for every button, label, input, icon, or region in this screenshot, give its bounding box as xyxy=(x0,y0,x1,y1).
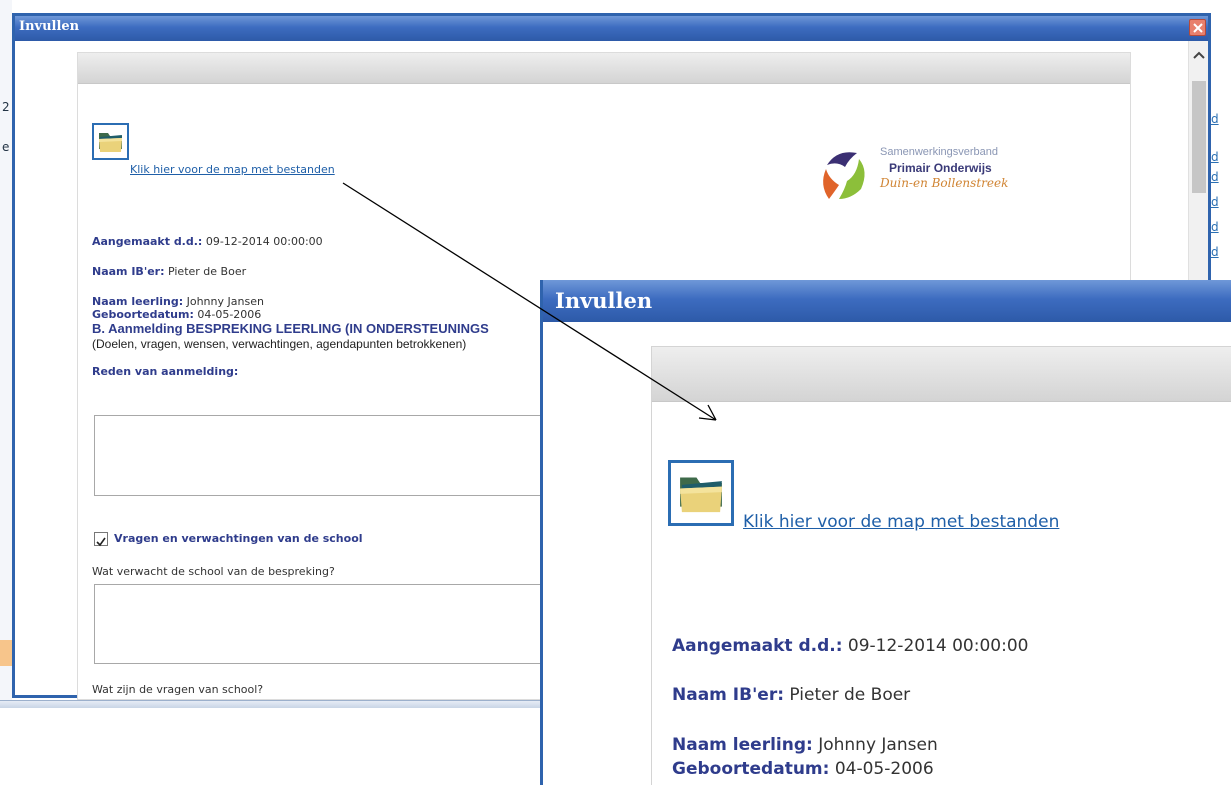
created-value: 09-12-2014 00:00:00 xyxy=(205,235,323,248)
ib-field: Naam IB'er: Pieter de Boer xyxy=(92,265,246,278)
close-button[interactable] xyxy=(1189,19,1206,36)
folder-link[interactable]: Klik hier voor de map met bestanden xyxy=(743,512,1059,532)
background-link: d xyxy=(1211,170,1219,184)
birthdate-label: Geboortedatum: xyxy=(92,308,194,321)
reason-textarea[interactable] xyxy=(94,415,564,496)
created-value: 09-12-2014 00:00:00 xyxy=(847,636,1029,656)
question-label: Wat zijn de vragen van school? xyxy=(92,683,264,696)
background-tab xyxy=(0,640,12,666)
form-panel-zoomed: Klik hier voor de map met bestanden Aang… xyxy=(651,346,1231,785)
student-label: Naam leerling: xyxy=(672,735,813,755)
student-value: Johnny Jansen xyxy=(818,735,938,755)
background-text: e xyxy=(2,140,10,154)
ib-value: Pieter de Boer xyxy=(789,685,911,705)
title-bar[interactable]: Invullen xyxy=(15,16,1208,41)
logo-text: Primair Onderwijs xyxy=(889,161,992,175)
scroll-thumb[interactable] xyxy=(1192,81,1206,193)
organization-logo: Samenwerkingsverband Primair Onderwijs D… xyxy=(809,137,1039,212)
student-field: Naam leerling: Johnny Jansen xyxy=(672,735,938,755)
question-label: Wat verwacht de school van de bespreking… xyxy=(92,565,335,578)
folder-link[interactable]: Klik hier voor de map met bestanden xyxy=(130,163,335,176)
student-label: Naam leerling: xyxy=(92,295,184,308)
reason-label: Reden van aanmelding: xyxy=(92,365,239,378)
created-label: Aangemaakt d.d.: xyxy=(92,235,203,248)
created-field: Aangemaakt d.d.: 09-12-2014 00:00:00 xyxy=(92,235,323,248)
ib-value: Pieter de Boer xyxy=(167,265,247,278)
background-statusbar xyxy=(0,700,560,708)
birthdate-value: 04-05-2006 xyxy=(197,308,262,321)
ib-field: Naam IB'er: Pieter de Boer xyxy=(672,685,910,705)
birthdate-field: Geboortedatum: 04-05-2006 xyxy=(92,308,261,321)
checkbox-label: Vragen en verwachtingen van de school xyxy=(114,532,363,545)
window-title: Invullen xyxy=(555,288,653,313)
background-link: d xyxy=(1211,195,1219,209)
student-value: Johnny Jansen xyxy=(186,295,264,308)
birthdate-label: Geboortedatum: xyxy=(672,759,830,779)
panel-header-bar xyxy=(78,53,1130,84)
background-link: d xyxy=(1211,245,1219,259)
created-label: Aangemaakt d.d.: xyxy=(672,636,843,656)
title-bar[interactable]: Invullen xyxy=(543,280,1231,322)
background-link: d xyxy=(1211,112,1219,126)
section-title: B. Aanmelding BESPREKING LEERLING (IN ON… xyxy=(92,321,489,336)
school-questions-checkbox[interactable] xyxy=(94,532,108,547)
chevron-up-icon xyxy=(1193,51,1205,59)
folder-icon[interactable] xyxy=(668,460,734,526)
expectations-textarea[interactable] xyxy=(94,584,564,664)
zoomed-dialog-window: Invullen Klik hier voor de map met besta… xyxy=(540,280,1231,785)
background-link: d xyxy=(1211,220,1219,234)
student-field: Naam leerling: Johnny Jansen xyxy=(92,295,264,308)
background-text: 2 xyxy=(2,100,10,114)
panel-header-bar xyxy=(652,347,1231,402)
check-icon xyxy=(96,537,106,547)
ib-label: Naam IB'er: xyxy=(92,265,165,278)
close-icon xyxy=(1193,23,1203,33)
ib-label: Naam IB'er: xyxy=(672,685,785,705)
scroll-up-button[interactable] xyxy=(1189,41,1209,69)
birthdate-value: 04-05-2006 xyxy=(834,759,934,779)
logo-icon xyxy=(823,152,865,199)
created-field: Aangemaakt d.d.: 09-12-2014 00:00:00 xyxy=(672,636,1028,656)
window-title: Invullen xyxy=(19,19,80,34)
background-page-left: 2 e xyxy=(0,0,12,700)
folder-icon[interactable] xyxy=(92,123,129,160)
section-subtitle: (Doelen, vragen, wensen, verwachtingen, … xyxy=(92,337,467,351)
background-page-right: d d d d d d xyxy=(1208,40,1231,290)
background-link: d xyxy=(1211,150,1219,164)
logo-text: Duin-en Bollenstreek xyxy=(880,176,1009,190)
logo-text: Samenwerkingsverband xyxy=(880,146,999,158)
birthdate-field: Geboortedatum: 04-05-2006 xyxy=(672,759,934,779)
